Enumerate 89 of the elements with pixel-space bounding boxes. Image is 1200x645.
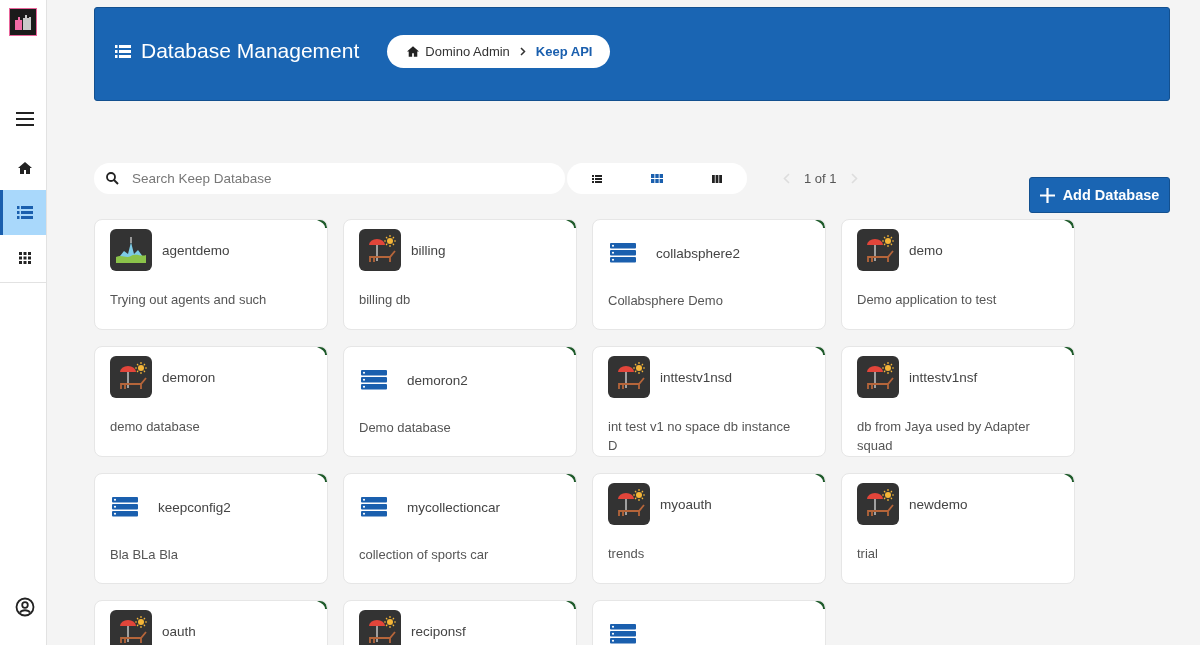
- database-name: demoron: [162, 369, 216, 385]
- database-card[interactable]: mycollectioncar collection of sports car: [343, 473, 577, 584]
- database-name: mycollectioncar: [407, 499, 501, 515]
- beach-chair-icon: [359, 610, 401, 645]
- user-icon: [14, 596, 35, 617]
- database-card[interactable]: oauth: [94, 600, 328, 645]
- database-name: inttestv1nsd: [660, 369, 733, 385]
- database-name: billing: [411, 242, 446, 258]
- database-icon: [610, 243, 636, 263]
- database-description: Demo database: [359, 419, 452, 437]
- beach-chair-icon: [110, 356, 152, 398]
- mountain-icon: [110, 229, 152, 271]
- apps-icon: [18, 251, 31, 264]
- list-icon: [16, 206, 33, 219]
- database-card[interactable]: newdemo trial: [841, 473, 1075, 584]
- app-logo[interactable]: [9, 8, 37, 36]
- database-name: newdemo: [909, 496, 968, 512]
- database-card[interactable]: inttestv1nsf db from Jaya used by Adapter squad: [841, 346, 1075, 457]
- home-icon: [407, 45, 420, 57]
- beach-chair-icon: [359, 229, 401, 271]
- page-indicator: 1 of 1: [804, 171, 837, 186]
- database-name: keepconfig2: [158, 499, 231, 515]
- database-description: Bla BLa Bla: [110, 546, 179, 564]
- chevron-right-icon: [519, 46, 526, 56]
- beach-chair-icon: [110, 610, 152, 645]
- database-description: Trying out agents and such: [110, 291, 268, 309]
- status-corner-icon: [1064, 347, 1074, 355]
- status-corner-icon: [317, 474, 327, 482]
- database-card[interactable]: keepconfig2 Bla BLa Bla: [94, 473, 328, 584]
- beach-chair-icon: [857, 229, 899, 271]
- database-card[interactable]: agentdemo Trying out agents and such: [94, 219, 328, 330]
- status-corner-icon: [317, 601, 327, 609]
- database-card[interactable]: demo Demo application to test: [841, 219, 1075, 330]
- status-corner-icon: [566, 220, 576, 228]
- status-corner-icon: [566, 474, 576, 482]
- breadcrumb-link[interactable]: Domino Admin: [407, 43, 510, 59]
- status-corner-icon: [317, 347, 327, 355]
- database-card[interactable]: billing billing db: [343, 219, 577, 330]
- status-corner-icon: [317, 220, 327, 228]
- status-corner-icon: [815, 601, 825, 609]
- database-name: demo: [909, 242, 943, 258]
- database-icon: [361, 497, 387, 517]
- database-description: trial: [857, 545, 879, 563]
- menu-icon: [15, 111, 34, 126]
- database-description: Collabsphere Demo: [608, 292, 724, 310]
- database-name: demoron2: [407, 372, 468, 388]
- search-field[interactable]: Search Keep Database: [94, 163, 565, 194]
- database-description: trends: [608, 545, 646, 563]
- database-card[interactable]: myoauth trends: [592, 473, 826, 584]
- database-description: db from Jaya used by Adapter squad: [857, 418, 1031, 455]
- column-view-icon: [712, 174, 723, 183]
- database-card[interactable]: inttestv1nsd int test v1 no space db instance D: [592, 346, 826, 457]
- database-description: int test v1 no space db instance D: [608, 418, 792, 455]
- database-icon: [112, 497, 138, 517]
- list-view-icon: [591, 174, 602, 183]
- beach-chair-icon: [857, 483, 899, 525]
- database-name: reciponsf: [411, 623, 466, 639]
- add-database-button[interactable]: Add Database: [1029, 177, 1170, 213]
- home-icon: [17, 161, 32, 174]
- status-corner-icon: [1064, 220, 1074, 228]
- beach-chair-icon: [608, 483, 650, 525]
- database-card[interactable]: reciponsf: [343, 600, 577, 645]
- list-icon: [115, 44, 131, 58]
- database-card[interactable]: demoron demo database: [94, 346, 328, 457]
- database-description: collection of sports car: [359, 546, 490, 564]
- status-corner-icon: [566, 347, 576, 355]
- database-name: agentdemo: [162, 242, 230, 258]
- database-card[interactable]: demoron2 Demo database: [343, 346, 577, 457]
- status-corner-icon: [815, 220, 825, 228]
- status-corner-icon: [1064, 474, 1074, 482]
- database-name: collabsphere2: [656, 245, 741, 261]
- database-card[interactable]: collabsphere2 Collabsphere Demo: [592, 219, 826, 330]
- grid-view-icon: [651, 174, 663, 183]
- page-title: Database Management: [141, 39, 360, 63]
- database-name: inttestv1nsf: [909, 369, 978, 385]
- database-description: demo database: [110, 418, 201, 436]
- database-icon: [361, 370, 387, 390]
- status-corner-icon: [566, 601, 576, 609]
- database-name: myoauth: [660, 496, 712, 512]
- beach-chair-icon: [608, 356, 650, 398]
- database-description: Demo application to test: [857, 291, 998, 309]
- status-corner-icon: [815, 347, 825, 355]
- database-icon: [610, 624, 636, 644]
- database-description: billing db: [359, 291, 412, 309]
- database-name: oauth: [162, 623, 196, 639]
- beach-chair-icon: [857, 356, 899, 398]
- status-corner-icon: [815, 474, 825, 482]
- plus-icon: [1039, 187, 1055, 203]
- breadcrumb-link[interactable]: Keep API: [535, 43, 593, 59]
